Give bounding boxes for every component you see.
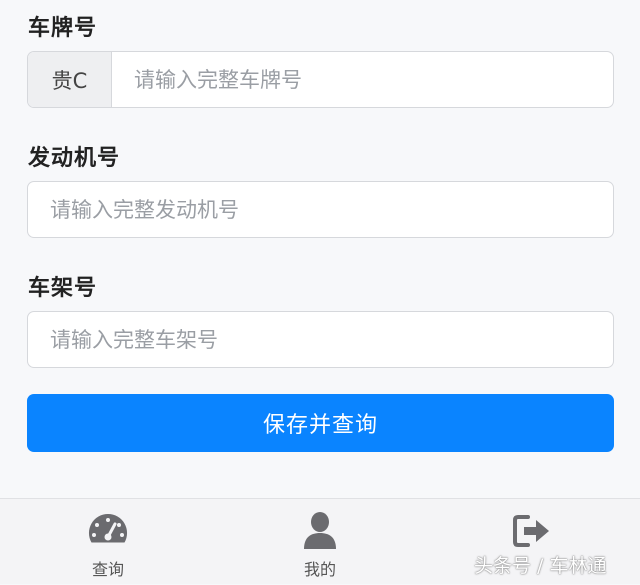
engine-number-input[interactable] bbox=[28, 182, 613, 237]
plate-prefix[interactable]: 贵C bbox=[28, 52, 112, 107]
vin-field bbox=[27, 311, 614, 368]
tab-mine-label: 我的 bbox=[303, 560, 336, 579]
query-form: 车牌号 贵C 发动机号 车架号 保存并查询 bbox=[0, 0, 640, 498]
plate-number-label: 车牌号 bbox=[28, 16, 98, 41]
tab-query[interactable]: 查询 bbox=[48, 499, 168, 585]
engine-number-field bbox=[27, 181, 614, 238]
engine-number-label: 发动机号 bbox=[28, 146, 121, 171]
save-and-query-button[interactable]: 保存并查询 bbox=[27, 394, 614, 452]
tab-mine[interactable]: 我的 bbox=[260, 499, 380, 585]
vin-label: 车架号 bbox=[28, 276, 98, 301]
watermark: 头条号 / 车林通 bbox=[474, 555, 607, 577]
plate-number-field: 贵C bbox=[27, 51, 614, 108]
dashboard-icon bbox=[86, 511, 130, 551]
plate-number-input[interactable] bbox=[112, 52, 613, 107]
tab-query-label: 查询 bbox=[91, 560, 124, 579]
vin-input[interactable] bbox=[28, 312, 613, 367]
logout-icon bbox=[510, 511, 554, 551]
user-icon bbox=[298, 511, 342, 551]
